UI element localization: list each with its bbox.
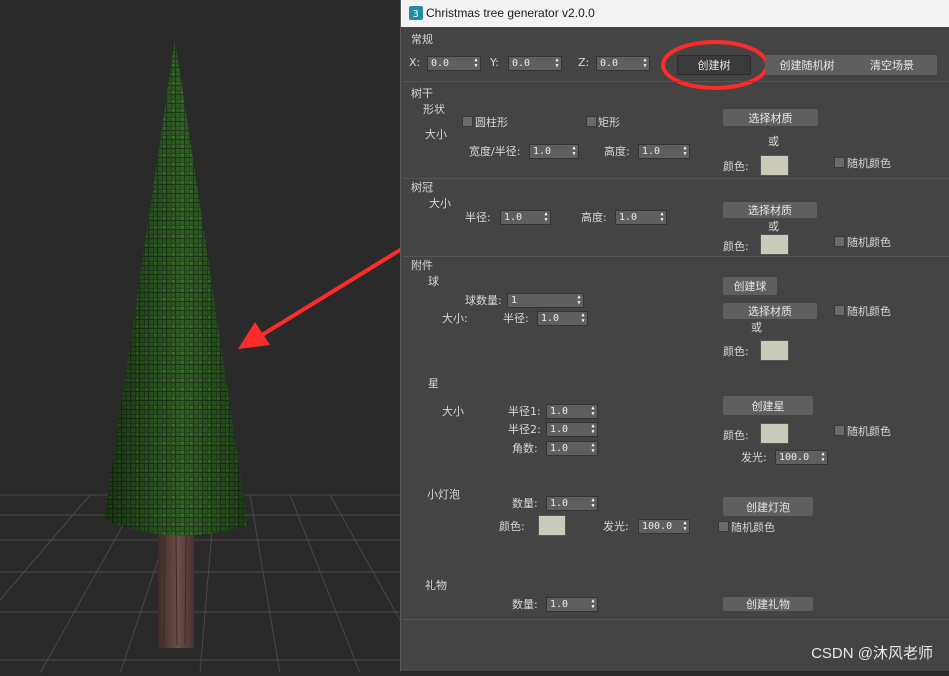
ball-random-color-label: 随机颜色 [847,305,891,318]
rectangle-label: 矩形 [598,116,620,129]
rectangle-checkbox[interactable] [586,116,597,127]
ball-or-label: 或 [751,321,762,334]
trunk-height-spinner[interactable]: 1.0 ▲ ▼ [638,144,690,159]
width-radius-spinner[interactable]: 1.0 ▲ ▼ [529,144,579,159]
ball-count-label: 球数量: [465,294,502,307]
ball-select-material-button[interactable]: 选择材质 [723,303,817,319]
trunk-or-label: 或 [768,135,779,148]
ball-size-label: 大小: [442,312,468,325]
divider [403,256,949,257]
ball-count-spinner[interactable]: 1 ▲ ▼ [507,293,584,308]
trunk-shape-label: 形状 [423,103,445,116]
crown-color-label: 颜色: [723,240,749,253]
star-label: 星 [428,377,439,390]
bulb-random-color-checkbox[interactable] [718,521,729,532]
clear-scene-button[interactable]: 清空场景 [847,55,937,75]
x-spinner[interactable]: 0.0 ▲ ▼ [427,56,481,71]
bulb-color-swatch[interactable] [538,515,566,536]
crown-size-label: 大小 [429,197,451,210]
trunk-random-color-label: 随机颜色 [847,157,891,170]
create-random-tree-button[interactable]: 创建随机树 [765,55,849,75]
x-label: X: [409,56,421,69]
ball-random-color-checkbox[interactable] [834,305,845,316]
gift-label: 礼物 [425,579,447,592]
ball-radius-label: 半径: [503,312,529,325]
bulb-count-label: 数量: [512,497,538,510]
create-bulb-button[interactable]: 创建灯泡 [723,497,813,516]
star-glow-label: 发光: [741,451,767,464]
star-radius2-spinner[interactable]: 1.0 ▲ ▼ [546,422,598,437]
svg-text:3: 3 [413,9,419,20]
crown-height-spinner[interactable]: 1.0 ▲ ▼ [615,210,667,225]
star-angles-spinner[interactable]: 1.0 ▲ ▼ [546,441,598,456]
z-label: Z: [578,56,590,69]
star-angles-label: 角数: [512,442,538,455]
bulb-label: 小灯泡 [427,488,460,501]
ball-radius-spinner[interactable]: 1.0 ▲ ▼ [537,311,588,326]
trunk-color-label: 颜色: [723,160,749,173]
tree-generator-dialog: 3 Christmas tree generator v2.0.0 常规 X: … [400,0,949,671]
bulb-count-spinner[interactable]: 1.0 ▲ ▼ [546,496,598,511]
create-gift-button[interactable]: 创建礼物 [723,597,813,611]
y-label: Y: [490,56,499,69]
star-radius1-spinner[interactable]: 1.0 ▲ ▼ [546,404,598,419]
crown-select-material-button[interactable]: 选择材质 [723,202,817,218]
crown-color-swatch[interactable] [760,234,789,255]
section-attachments-title: 附件 [411,259,433,272]
trunk-size-label: 大小 [425,128,447,141]
gift-count-spinner[interactable]: 1.0 ▲ ▼ [546,597,598,612]
trunk-random-color-checkbox[interactable] [834,157,845,168]
divider [403,619,949,620]
star-radius1-label: 半径1: [508,405,541,418]
y-spinner[interactable]: 0.0 ▲ ▼ [508,56,562,71]
width-radius-label: 宽度/半径: [469,145,521,158]
crown-radius-label: 半径: [465,211,491,224]
bulb-glow-label: 发光: [603,520,629,533]
divider [403,178,949,179]
3dsmax-icon: 3 [409,6,423,20]
trunk-height-label: 高度: [604,145,630,158]
window-title: Christmas tree generator v2.0.0 [426,6,595,20]
bulb-glow-spinner[interactable]: 100.0 ▲ ▼ [638,519,690,534]
gift-count-label: 数量: [512,598,538,611]
section-crown-title: 树冠 [411,181,433,194]
trunk-select-material-button[interactable]: 选择材质 [723,109,818,126]
crown-random-color-checkbox[interactable] [834,236,845,247]
star-color-label: 颜色: [723,429,749,442]
ball-color-label: 颜色: [723,345,749,358]
create-ball-button[interactable]: 创建球 [723,277,777,295]
star-radius2-label: 半径2: [508,423,541,436]
section-general-title: 常规 [411,33,433,46]
star-random-color-checkbox[interactable] [834,425,845,436]
cylinder-label: 圆柱形 [475,116,508,129]
trunk-color-swatch[interactable] [760,155,789,176]
star-random-color-label: 随机颜色 [847,425,891,438]
cylinder-checkbox[interactable] [462,116,473,127]
divider [403,81,949,82]
title-bar: 3 Christmas tree generator v2.0.0 [401,0,949,27]
star-glow-spinner[interactable]: 100.0 ▲ ▼ [775,450,828,465]
crown-or-label: 或 [768,220,779,233]
star-size-label: 大小 [442,405,464,418]
section-trunk-title: 树干 [411,87,433,100]
bulb-color-label: 颜色: [499,520,525,533]
create-star-button[interactable]: 创建星 [723,396,813,415]
crown-radius-spinner[interactable]: 1.0 ▲ ▼ [500,210,551,225]
crown-height-label: 高度: [581,211,607,224]
star-color-swatch[interactable] [760,423,789,444]
bulb-random-color-label: 随机颜色 [731,521,775,534]
ball-color-swatch[interactable] [760,340,789,361]
highlight-circle [661,40,769,90]
watermark: CSDN @沐风老师 [811,645,933,662]
z-spinner[interactable]: 0.0 ▲ ▼ [596,56,650,71]
ball-label: 球 [428,275,439,288]
crown-random-color-label: 随机颜色 [847,236,891,249]
